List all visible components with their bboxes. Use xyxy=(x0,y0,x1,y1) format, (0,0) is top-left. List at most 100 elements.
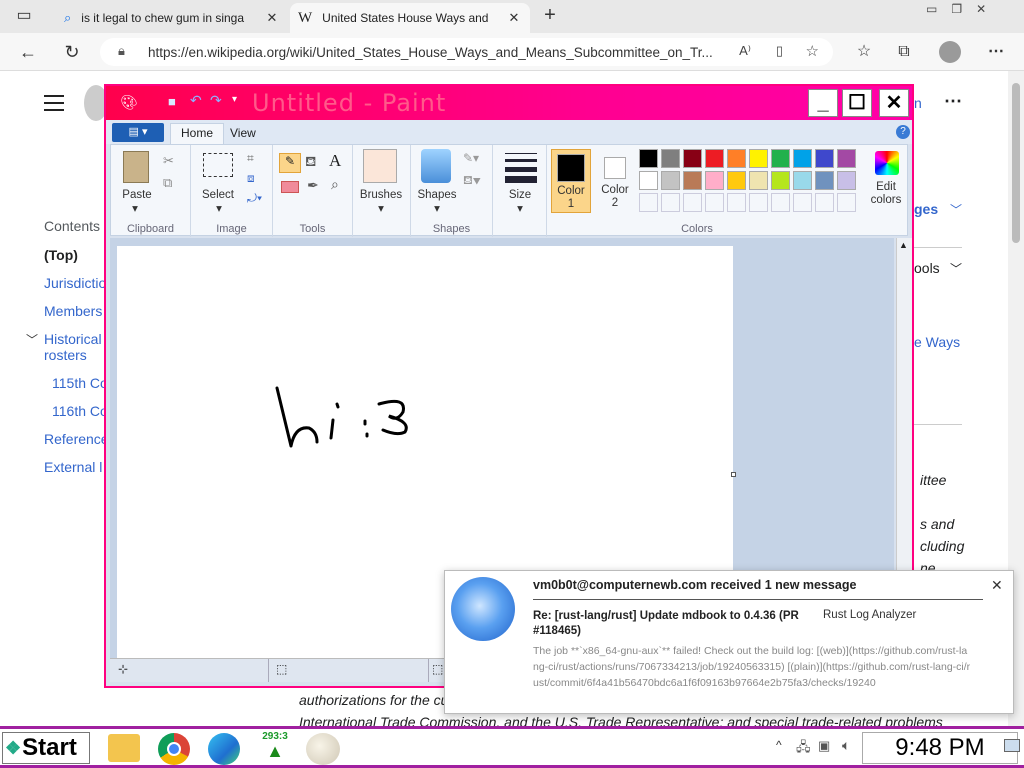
palette-swatch[interactable] xyxy=(837,149,856,168)
paste-button[interactable]: Paste xyxy=(115,189,159,202)
file-menu-button[interactable]: ▤ ▾ xyxy=(112,123,164,142)
header-fragment[interactable]: n xyxy=(914,95,922,111)
tray-expand-icon[interactable]: ^ xyxy=(776,738,782,752)
close-button[interactable]: ✕ xyxy=(879,89,909,117)
palette-swatch[interactable] xyxy=(749,149,768,168)
palette-swatch[interactable] xyxy=(771,171,790,190)
volume-icon[interactable]: 🔈︎ xyxy=(842,737,850,754)
read-aloud-icon[interactable]: A⁾ xyxy=(739,43,751,59)
save-icon[interactable]: ■ xyxy=(168,94,176,109)
palette-swatch[interactable] xyxy=(749,171,768,190)
magnifier-icon[interactable]: ⌕ xyxy=(331,176,339,193)
tab-search[interactable]: ⌕ is it legal to chew gum in singa ✕ xyxy=(56,3,288,33)
palette-swatch[interactable] xyxy=(705,171,724,190)
palette-swatch[interactable] xyxy=(683,171,702,190)
custom-color-slot[interactable] xyxy=(661,193,680,212)
paint-titlebar[interactable]: 🎨︎ ■ ↶ ↷ ▾ Untitled - Paint _ ☐ ✕ xyxy=(106,86,912,120)
size-dropdown-icon[interactable]: ▾ xyxy=(510,203,530,216)
clock[interactable]: 9:48 PM xyxy=(862,732,1018,764)
select-button[interactable]: Select xyxy=(195,189,241,202)
close-window-icon[interactable]: ✕ xyxy=(976,2,1000,16)
text-icon[interactable]: A xyxy=(329,151,341,171)
more-icon[interactable]: ⋯ xyxy=(944,91,962,112)
custom-color-slot[interactable] xyxy=(815,193,834,212)
toc-item[interactable]: 116th Co xyxy=(52,403,108,419)
article-link[interactable]: e Ways xyxy=(914,334,960,350)
collections-icon[interactable]: ⧉ xyxy=(892,40,916,64)
new-tab-button[interactable]: + xyxy=(538,3,562,27)
device-icon[interactable]: ▣ xyxy=(818,738,830,754)
counter-app-icon[interactable]: 293:3 ▲ xyxy=(256,731,294,765)
resize-icon[interactable]: ⧈ xyxy=(247,171,255,186)
start-button[interactable]: ❖ Start xyxy=(2,732,90,764)
palette-swatch[interactable] xyxy=(661,171,680,190)
fill-shape-icon[interactable]: ⛾▾ xyxy=(463,173,481,189)
toc-item[interactable]: Jurisdictio xyxy=(44,275,106,291)
toc-item[interactable]: (Top) xyxy=(44,247,78,263)
back-icon[interactable]: ← xyxy=(16,40,40,64)
tab-wikipedia[interactable]: W United States House Ways and ✕ xyxy=(290,3,530,33)
edge-icon[interactable] xyxy=(208,733,240,765)
copy-icon[interactable]: ⧉ xyxy=(163,175,172,191)
more-icon[interactable]: ⋯ xyxy=(984,40,1008,64)
paint-taskbar-icon[interactable] xyxy=(306,733,340,765)
palette-swatch[interactable] xyxy=(683,149,702,168)
add-favorite-icon[interactable]: ☆ xyxy=(806,42,819,60)
outline-icon[interactable]: ✎▾ xyxy=(463,151,479,165)
custom-color-slot[interactable] xyxy=(793,193,812,212)
menu-icon[interactable] xyxy=(44,95,64,111)
palette-swatch[interactable] xyxy=(793,149,812,168)
close-notification-icon[interactable]: ✕ xyxy=(991,577,1003,594)
tab-view[interactable]: View xyxy=(230,126,256,140)
palette-swatch[interactable] xyxy=(705,149,724,168)
network-icon[interactable]: 🖧︎ xyxy=(796,738,811,760)
custom-color-slot[interactable] xyxy=(727,193,746,212)
tab-home[interactable]: Home xyxy=(170,123,224,144)
minimize-icon[interactable]: ▭ xyxy=(926,2,951,16)
palette-swatch[interactable] xyxy=(815,149,834,168)
show-desktop-icon[interactable] xyxy=(1004,739,1020,752)
address-bar[interactable]: 🔒︎ https://en.wikipedia.org/wiki/United_… xyxy=(100,38,833,66)
maximize-button[interactable]: ☐ xyxy=(842,89,872,117)
brushes-button[interactable]: Brushes xyxy=(353,189,409,202)
chrome-icon[interactable] xyxy=(158,733,190,765)
palette-swatch[interactable] xyxy=(639,149,658,168)
paste-dropdown-icon[interactable]: ▾ xyxy=(125,203,145,216)
palette-swatch[interactable] xyxy=(815,171,834,190)
palette-swatch[interactable] xyxy=(837,171,856,190)
select-dropdown-icon[interactable]: ▾ xyxy=(209,203,229,216)
toc-item[interactable]: Historical xyxy=(44,331,102,347)
shapes-dropdown-icon[interactable]: ▾ xyxy=(427,203,447,216)
toc-item[interactable]: 115th Co xyxy=(52,375,108,391)
color-picker-icon[interactable]: ✒ xyxy=(307,177,319,194)
help-icon[interactable]: ? xyxy=(896,125,910,139)
custom-color-slot[interactable] xyxy=(639,193,658,212)
custom-color-slot[interactable] xyxy=(837,193,856,212)
pencil-icon[interactable]: ✎ xyxy=(279,153,301,173)
size-button[interactable]: Size xyxy=(493,189,547,202)
custom-color-slot[interactable] xyxy=(771,193,790,212)
edit-colors-button[interactable]: Edit colors xyxy=(865,149,907,213)
close-tab-icon[interactable]: ✕ xyxy=(506,10,522,26)
toc-item[interactable]: Reference xyxy=(44,431,109,447)
minimize-button[interactable]: _ xyxy=(808,89,838,117)
tools-button[interactable]: ools xyxy=(914,260,940,276)
refresh-icon[interactable]: ↻ xyxy=(60,40,84,64)
brushes-dropdown-icon[interactable]: ▾ xyxy=(371,203,391,216)
shapes-button[interactable]: Shapes xyxy=(411,189,463,202)
eraser-icon[interactable] xyxy=(281,181,299,193)
color1-button[interactable]: Color 1 xyxy=(551,149,591,213)
quick-access-dropdown-icon[interactable]: ▾ xyxy=(232,94,237,105)
rotate-icon[interactable]: ⤾▾ xyxy=(247,191,262,206)
redo-icon[interactable]: ↷ xyxy=(210,92,222,109)
file-explorer-icon[interactable] xyxy=(108,734,140,762)
scrollbar-thumb[interactable] xyxy=(1012,83,1020,243)
custom-color-slot[interactable] xyxy=(705,193,724,212)
canvas-resize-handle[interactable] xyxy=(731,472,736,477)
toc-item[interactable]: Members xyxy=(44,303,102,319)
favorites-icon[interactable]: ☆ xyxy=(852,40,876,64)
cut-icon[interactable]: ✂ xyxy=(163,153,174,169)
crop-icon[interactable]: ⌗ xyxy=(247,151,254,166)
languages-button[interactable]: ges xyxy=(914,201,938,217)
scroll-up-icon[interactable]: ▲ xyxy=(899,240,908,250)
